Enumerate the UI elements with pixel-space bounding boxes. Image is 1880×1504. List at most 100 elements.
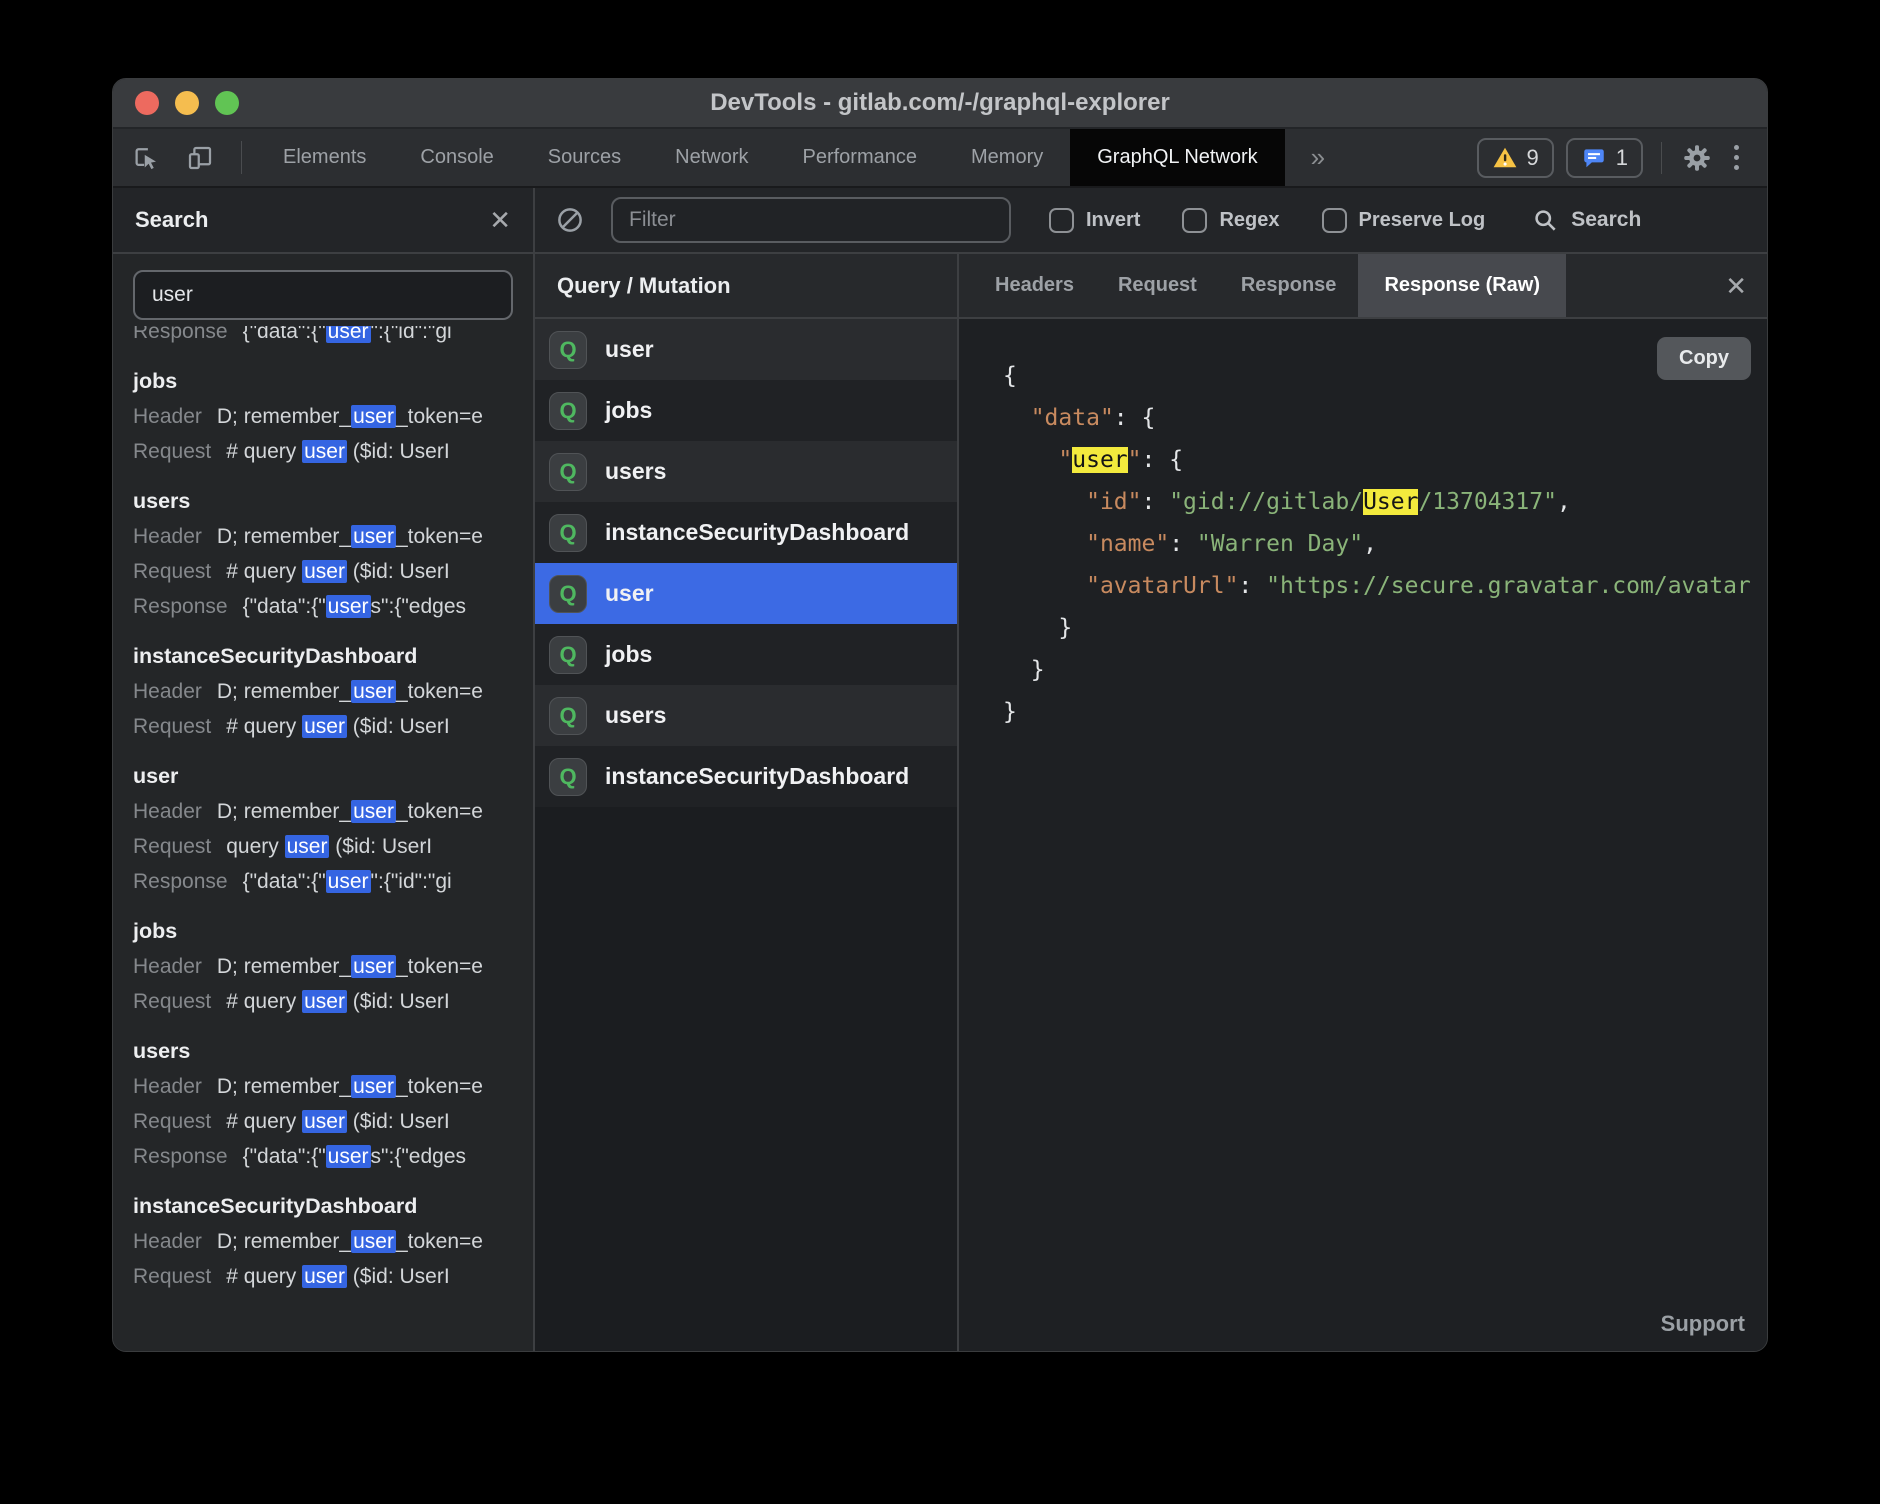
toolbar-tab-console[interactable]: Console — [393, 129, 520, 186]
search-result-line[interactable]: Response{"data":{"users":{"edges — [133, 589, 533, 624]
result-text: D; remember_ — [217, 1075, 351, 1098]
search-result-line[interactable]: Response{"data":{"users":{"edges — [133, 1139, 533, 1174]
filter-option-regex[interactable]: Regex — [1182, 208, 1279, 233]
filter-input[interactable] — [611, 197, 1011, 243]
search-result-line[interactable]: HeaderD; remember_user_token=e — [133, 399, 533, 434]
query-type-badge: Q — [549, 575, 587, 613]
result-text: ":{"id":"gi — [371, 326, 452, 343]
result-text: ($id: UserI — [347, 1110, 450, 1133]
result-text: ($id: UserI — [347, 990, 450, 1013]
toolbar-tab-network[interactable]: Network — [648, 129, 775, 186]
search-result-line[interactable]: Request# query user ($id: UserI — [133, 1259, 533, 1294]
network-filter-bar: Invert Regex Preserve Log Search — [533, 188, 1767, 254]
message-badge[interactable]: 1 — [1566, 138, 1643, 178]
code-line: { — [1003, 355, 1767, 397]
result-text: # query — [226, 990, 302, 1013]
response-raw-panel: Copy { "data": { "user": { "id": "gid://… — [957, 319, 1767, 1351]
checkbox-label: Preserve Log — [1359, 209, 1486, 232]
more-tabs-chevron-icon[interactable]: » — [1285, 129, 1351, 186]
checkbox-invert[interactable] — [1049, 208, 1074, 233]
search-result-line[interactable]: HeaderD; remember_user_token=e — [133, 1224, 533, 1259]
search-result-line[interactable]: Requestquery user ($id: UserI — [133, 829, 533, 864]
query-list-item-users[interactable]: Qusers — [535, 441, 957, 502]
result-text: D; remember_ — [217, 955, 351, 978]
search-close-icon[interactable]: ✕ — [489, 207, 511, 233]
toolbar-tab-graphql-network[interactable]: GraphQL Network — [1070, 129, 1284, 186]
search-result-line[interactable]: Request# query user ($id: UserI — [133, 554, 533, 589]
device-toolbar-icon[interactable] — [173, 129, 227, 186]
devtools-window: DevTools - gitlab.com/-/graphql-explorer… — [112, 78, 1768, 1352]
search-result-line[interactable]: HeaderD; remember_user_token=e — [133, 794, 533, 829]
match-highlight: user — [326, 1145, 371, 1168]
network-search-toggle[interactable]: Search — [1531, 206, 1641, 234]
search-input[interactable] — [133, 270, 513, 320]
copy-button[interactable]: Copy — [1657, 337, 1751, 380]
query-name: instanceSecurityDashboard — [605, 519, 909, 546]
result-text: # query — [226, 1265, 302, 1288]
window-title: DevTools - gitlab.com/-/graphql-explorer — [113, 89, 1767, 117]
more-options-icon[interactable] — [1726, 145, 1747, 170]
query-list-item-user[interactable]: Quser — [535, 319, 957, 380]
search-result-group-title: jobs — [133, 363, 533, 399]
search-result-line[interactable]: Request# query user ($id: UserI — [133, 434, 533, 469]
settings-icon[interactable] — [1680, 141, 1714, 175]
response-close-icon[interactable]: ✕ — [1725, 273, 1747, 299]
query-name: jobs — [605, 641, 652, 668]
checkbox-regex[interactable] — [1182, 208, 1207, 233]
query-list-item-jobs[interactable]: Qjobs — [535, 380, 957, 441]
search-result-line[interactable]: Response{"data":{"user":{"id":"gi — [133, 326, 533, 349]
code-token: , — [1557, 489, 1571, 515]
result-field-label: Header — [133, 1230, 202, 1253]
toolbar-right-divider — [1661, 142, 1662, 174]
support-link[interactable]: Support — [1661, 1311, 1745, 1337]
search-result-line[interactable]: HeaderD; remember_user_token=e — [133, 1069, 533, 1104]
search-result-line[interactable]: Request # query user ($id: UserI — [133, 984, 533, 1019]
code-token: : — [1141, 489, 1169, 515]
search-result-line[interactable]: HeaderD; remember_user_token=e — [133, 949, 533, 984]
response-tab-response-raw[interactable]: Response (Raw) — [1358, 254, 1566, 317]
toolbar-tab-performance[interactable]: Performance — [776, 129, 945, 186]
response-tab-request[interactable]: Request — [1096, 254, 1219, 317]
match-highlight: user — [326, 870, 371, 893]
result-text: {"data":{" — [243, 1145, 326, 1168]
checkbox-preserve-log[interactable] — [1322, 208, 1347, 233]
search-result-line[interactable]: Response{"data":{"user":{"id":"gi — [133, 864, 533, 899]
search-result-line[interactable]: Request# query user ($id: UserI — [133, 1104, 533, 1139]
toolbar-tab-elements[interactable]: Elements — [256, 129, 393, 186]
clear-log-icon[interactable] — [535, 205, 597, 235]
result-text: s":{"edges — [371, 595, 466, 618]
search-result-line[interactable]: Request# query user ($id: UserI — [133, 709, 533, 744]
search-result-line[interactable]: HeaderD; remember_user_token=e — [133, 519, 533, 554]
query-list-item-users[interactable]: Qusers — [535, 685, 957, 746]
filter-option-preserve-log[interactable]: Preserve Log — [1322, 208, 1486, 233]
query-list-item-instancesecuritydashboard[interactable]: QinstanceSecurityDashboard — [535, 746, 957, 807]
response-tab-response[interactable]: Response — [1219, 254, 1359, 317]
match-highlight: user — [302, 990, 347, 1013]
inspect-element-icon[interactable] — [113, 129, 173, 186]
query-list-item-user[interactable]: Quser — [535, 563, 957, 624]
search-result-line[interactable]: HeaderD; remember_user_token=e — [133, 674, 533, 709]
result-field-label: Request — [133, 990, 211, 1013]
result-text: D; remember_ — [217, 800, 351, 823]
query-list-item-instancesecuritydashboard[interactable]: QinstanceSecurityDashboard — [535, 502, 957, 563]
toolbar-tab-memory[interactable]: Memory — [944, 129, 1070, 186]
query-type-badge: Q — [549, 636, 587, 674]
code-token: /13704317" — [1418, 489, 1556, 515]
query-list-header: Query / Mutation — [533, 254, 957, 319]
filter-option-invert[interactable]: Invert — [1049, 208, 1140, 233]
code-line: "avatarUrl": "https://secure.gravatar.co… — [1003, 565, 1767, 607]
match-highlight: user — [351, 1075, 396, 1098]
error-badge[interactable]: 9 — [1477, 138, 1554, 178]
search-results: Response{"data":{"user":{"id":"gijobsHea… — [113, 326, 533, 1294]
error-count: 9 — [1527, 145, 1539, 171]
query-list-item-jobs[interactable]: Qjobs — [535, 624, 957, 685]
result-text: ($id: UserI — [329, 835, 432, 858]
response-tab-headers[interactable]: Headers — [973, 254, 1096, 317]
code-token: " — [1128, 447, 1142, 473]
toolbar-tab-sources[interactable]: Sources — [521, 129, 648, 186]
code-token: "https://secure.gravatar.com/avatar — [1266, 573, 1751, 599]
code-line: "user": { — [1003, 439, 1767, 481]
code-token: " — [1058, 447, 1072, 473]
code-token — [1003, 405, 1031, 431]
code-token: "name" — [1086, 531, 1169, 557]
